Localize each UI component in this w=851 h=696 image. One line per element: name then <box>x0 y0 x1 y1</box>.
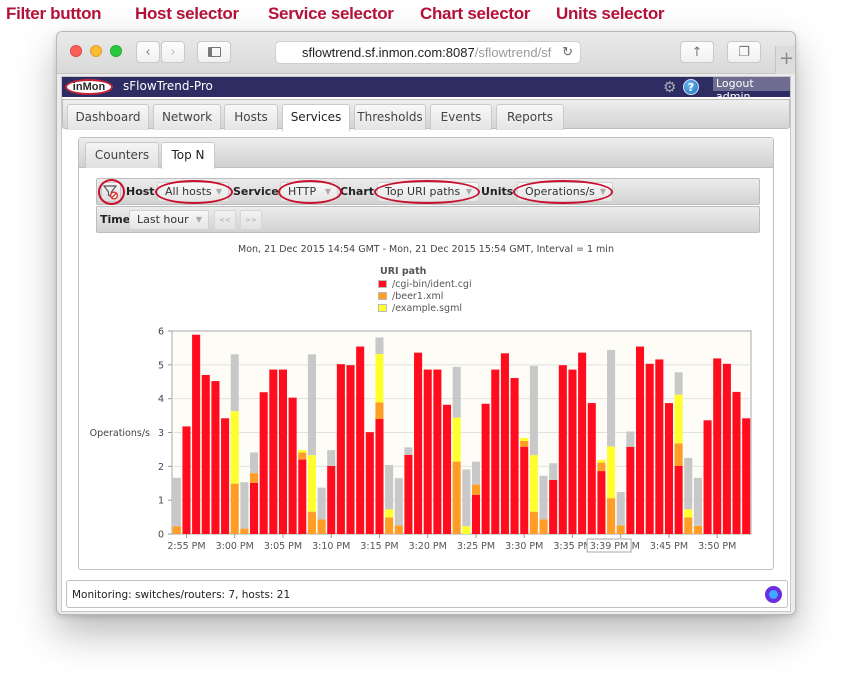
callout-host-selector: Host selector <box>135 4 239 23</box>
url-path: /sflowtrend/sf <box>474 45 552 60</box>
chart-subtitle: Mon, 21 Dec 2015 14:54 GMT - Mon, 21 Dec… <box>238 244 614 255</box>
tab-dashboard[interactable]: Dashboard <box>67 104 149 130</box>
time-label: Time <box>100 213 131 226</box>
browser-toolbar: ‹ › sflowtrend.sf.inmon.com:8087/sflowtr… <box>57 32 795 74</box>
chart-label: Chart <box>340 185 375 198</box>
app-header: inMon sFlowTrend-Pro ⚙ ? Logout admin <box>62 77 790 103</box>
tab-services[interactable]: Services <box>282 104 350 131</box>
app-page: inMon sFlowTrend-Pro ⚙ ? Logout admin Da… <box>61 76 791 612</box>
callout-chart-selector: Chart selector <box>420 4 531 23</box>
tab-counters[interactable]: Counters <box>85 142 159 168</box>
tab-top-n[interactable]: Top N <box>161 142 215 169</box>
gears-icon[interactable]: ⚙ <box>663 78 676 96</box>
sidebar-icon <box>207 47 221 57</box>
legend-label: /cgi-bin/ident.cgi <box>392 279 472 290</box>
time-prev-button[interactable]: << <box>214 210 236 230</box>
status-bar: Monitoring: switches/routers: 7, hosts: … <box>66 580 788 608</box>
tab-hosts[interactable]: Hosts <box>224 104 278 130</box>
tabs-overview-button[interactable]: ❐ <box>727 41 761 63</box>
host-label: Host <box>126 185 155 198</box>
status-text: Monitoring: switches/routers: 7, hosts: … <box>72 589 291 601</box>
tab-events[interactable]: Events <box>430 104 492 130</box>
plus-icon: + <box>778 48 795 69</box>
tab-reports[interactable]: Reports <box>496 104 564 130</box>
tabs-overview-icon: ❐ <box>738 44 750 60</box>
activity-spinner-icon <box>765 586 782 603</box>
annotation-ring <box>374 180 480 204</box>
time-selector[interactable]: Last hour ▼ <box>129 210 209 230</box>
forward-button[interactable]: › <box>161 41 185 63</box>
legend-title: URI path <box>380 266 427 277</box>
url-host: sflowtrend.sf.inmon.com:8087 <box>302 45 475 60</box>
logout-button[interactable]: Logout admin <box>713 77 790 103</box>
time-toolbar: Time Last hour ▼ << >> <box>96 206 760 233</box>
share-icon: ↑ <box>691 44 703 60</box>
services-panel: Counters Top N Host All hosts▼ Service <box>78 137 774 570</box>
annotation-ring <box>513 180 613 204</box>
annotation-ring <box>278 180 342 204</box>
sidebar-toggle-button[interactable] <box>197 41 231 63</box>
address-bar[interactable]: sflowtrend.sf.inmon.com:8087/sflowtrend/… <box>275 41 581 64</box>
app-title: sFlowTrend-Pro <box>123 79 213 93</box>
legend-label: /beer1.xml <box>392 291 444 302</box>
service-label: Service <box>233 185 279 198</box>
share-button[interactable]: ↑ <box>680 41 714 63</box>
new-tab-button[interactable]: + <box>775 46 795 74</box>
chevron-left-icon: ‹ <box>145 44 151 60</box>
tab-thresholds[interactable]: Thresholds <box>354 104 426 130</box>
sub-nav: Counters Top N <box>79 138 773 169</box>
tab-network[interactable]: Network <box>153 104 221 130</box>
close-window-button[interactable] <box>70 45 82 57</box>
minimize-window-button[interactable] <box>90 45 102 57</box>
time-next-button[interactable]: >> <box>240 210 262 230</box>
zoom-window-button[interactable] <box>110 45 122 57</box>
browser-window: ‹ › sflowtrend.sf.inmon.com:8087/sflowtr… <box>56 31 796 615</box>
callout-units-selector: Units selector <box>556 4 665 23</box>
legend-item-example-sgml[interactable]: /example.sgml <box>378 303 462 314</box>
legend-swatch <box>378 304 387 312</box>
reload-icon[interactable]: ↻ <box>562 44 573 60</box>
main-nav: Dashboard Network Hosts Services Thresho… <box>62 99 790 131</box>
callout-filter-button: Filter button <box>6 4 102 23</box>
inmon-logo: inMon <box>65 79 113 95</box>
legend-swatch <box>378 280 387 288</box>
query-toolbar: Host All hosts ▼ Service HTTP ▼ Chart Top … <box>96 178 760 205</box>
back-button[interactable]: ‹ <box>136 41 160 63</box>
annotation-ring <box>98 179 125 205</box>
legend-label: /example.sgml <box>392 303 462 314</box>
callout-service-selector: Service selector <box>268 4 394 23</box>
chevron-right-icon: › <box>170 44 176 60</box>
time-value: Last hour <box>137 213 189 226</box>
legend-item-beer1-xml[interactable]: /beer1.xml <box>378 291 443 302</box>
legend-item-ident-cgi[interactable]: /cgi-bin/ident.cgi <box>378 279 472 290</box>
help-icon[interactable]: ? <box>683 79 699 95</box>
units-label: Units <box>481 185 514 198</box>
chevron-down-icon: ▼ <box>195 215 202 224</box>
annotation-ring <box>155 180 233 204</box>
legend-swatch <box>378 292 387 300</box>
